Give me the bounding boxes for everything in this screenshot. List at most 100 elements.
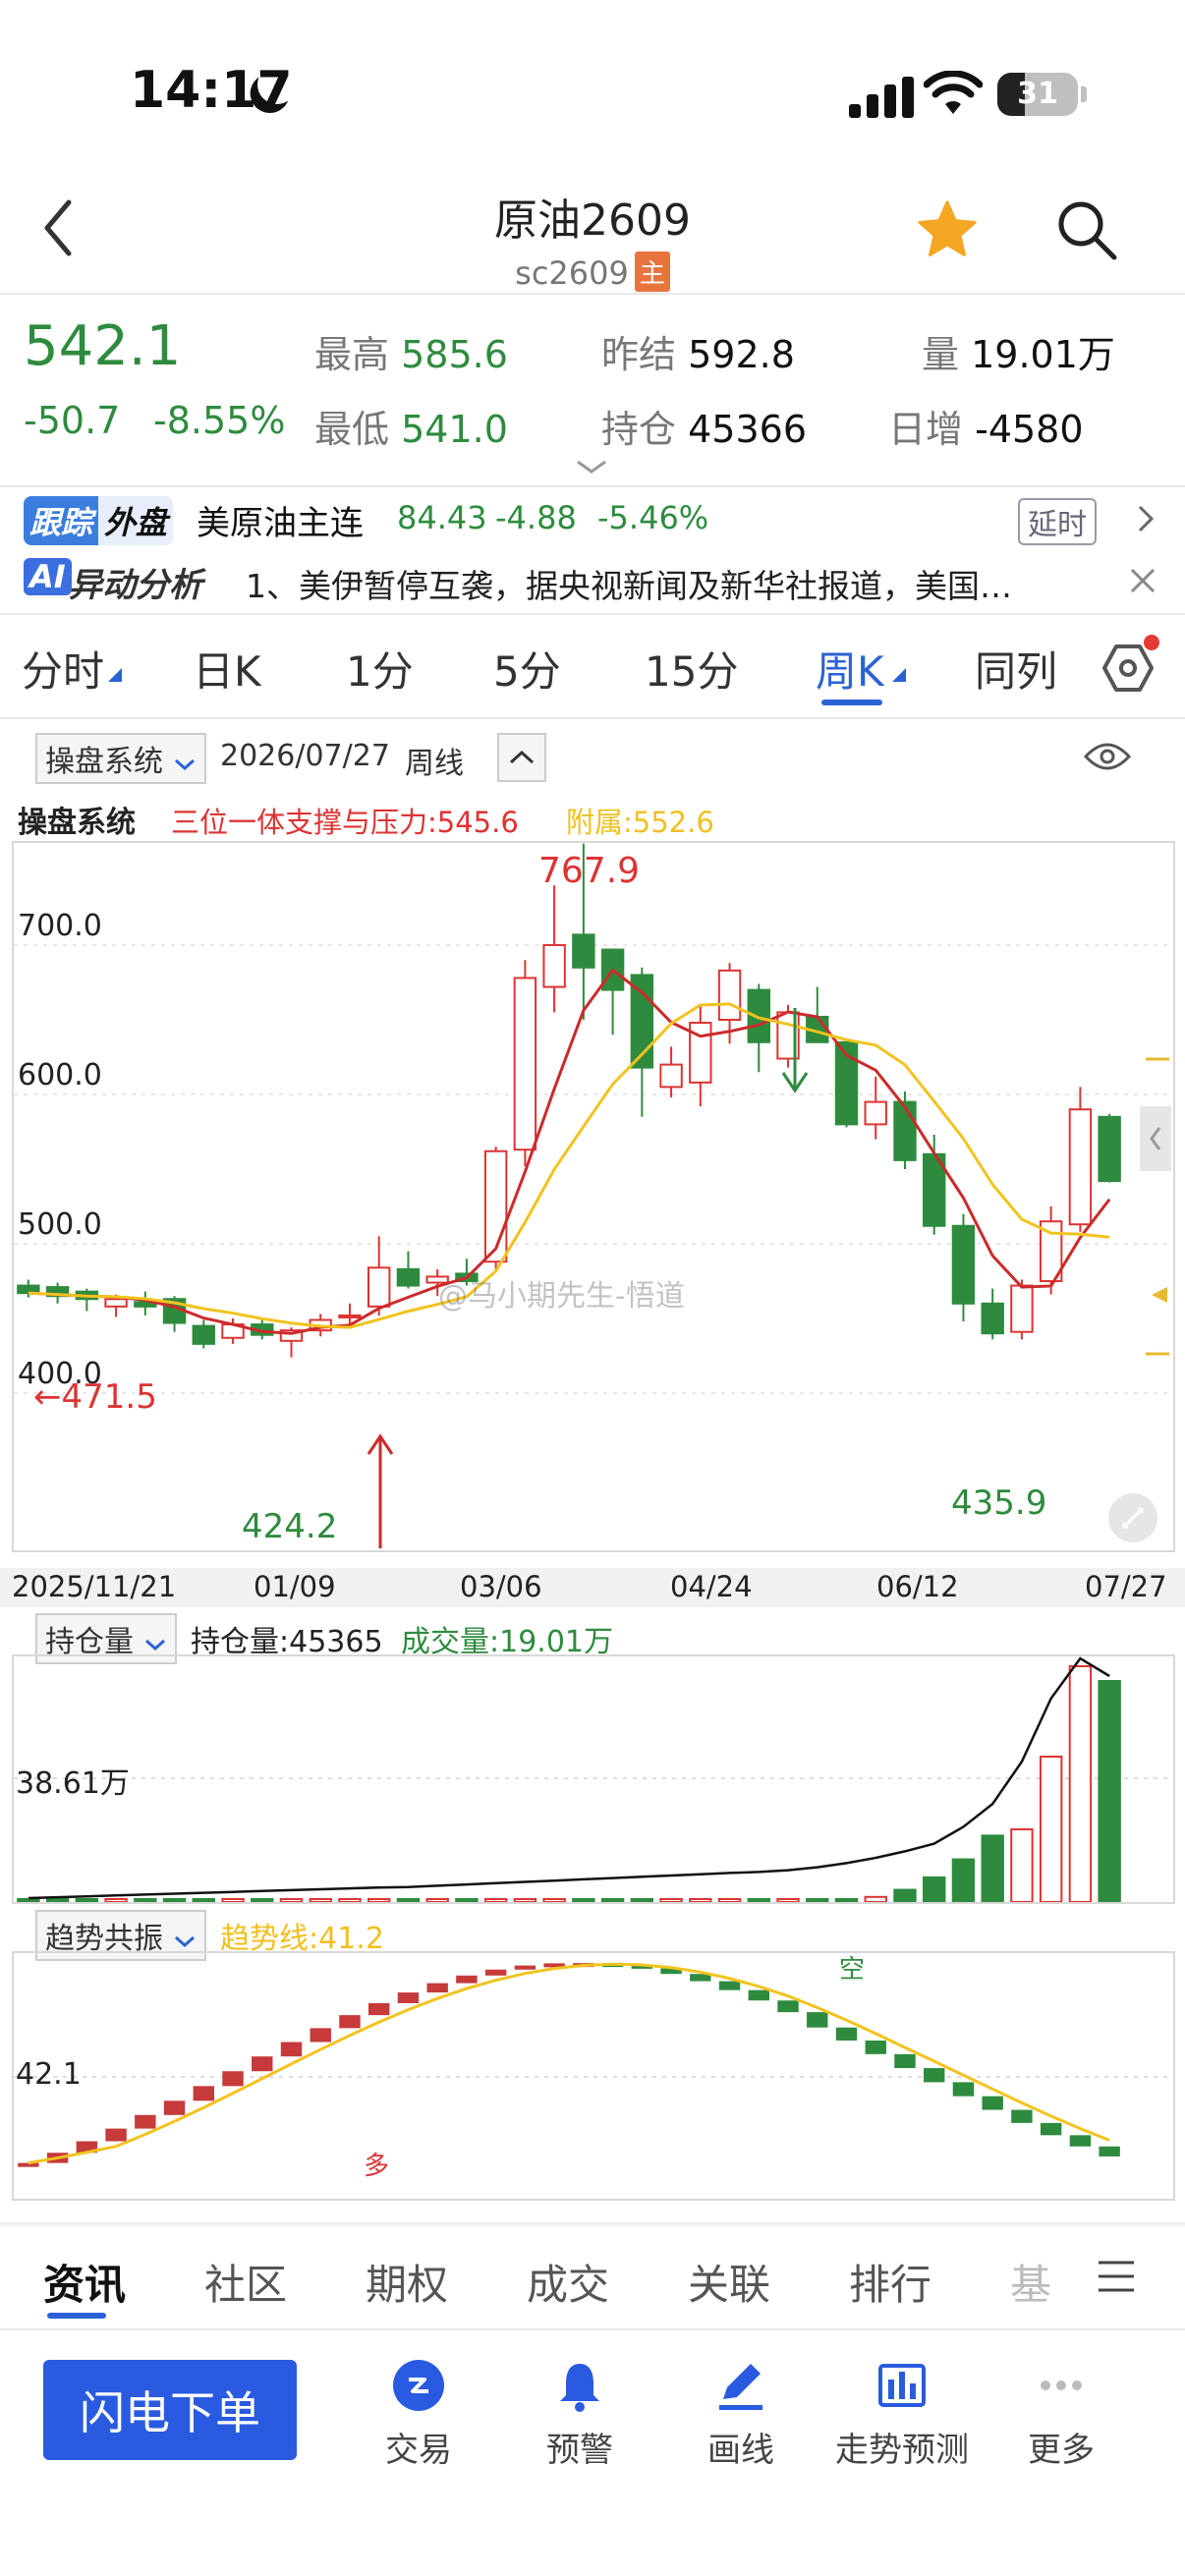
candle-body bbox=[192, 1324, 215, 1345]
volume-bar bbox=[600, 1898, 625, 1902]
support-pressure-label: 三位一体支撑与压力:545.6 bbox=[171, 806, 519, 839]
low-annotation-2: 435.9 bbox=[951, 1484, 1047, 1523]
x-tick: 01/09 bbox=[254, 1570, 336, 1603]
overseas-name[interactable]: 美原油主连 bbox=[197, 496, 364, 544]
candle-body bbox=[513, 977, 537, 1151]
trend-block bbox=[865, 2040, 886, 2054]
tab-15min[interactable]: 15分 bbox=[645, 639, 738, 699]
trend-block bbox=[18, 2162, 39, 2167]
volume-bar bbox=[717, 1898, 742, 1902]
trend-resonance-chart[interactable] bbox=[12, 1951, 1175, 2201]
tab-weekly[interactable]: 周K bbox=[816, 639, 884, 699]
volume-bar bbox=[279, 1898, 304, 1902]
volume-bar bbox=[747, 1898, 770, 1902]
candle-body bbox=[1010, 1284, 1034, 1333]
volume-bar bbox=[1098, 1680, 1121, 1902]
tab-5min[interactable]: 5分 bbox=[493, 639, 561, 699]
prev-settle-value: 592.8 bbox=[688, 333, 795, 376]
nav-draw[interactable]: 画线 bbox=[662, 2358, 819, 2471]
indicator-name: 操盘系统 bbox=[18, 806, 136, 840]
price-change: -50.7 bbox=[24, 399, 121, 442]
volume-bar bbox=[425, 1898, 449, 1902]
nav-more-label: 更多 bbox=[1028, 2431, 1095, 2470]
volume-bar bbox=[864, 1895, 887, 1902]
tab-trades[interactable]: 成交 bbox=[527, 2252, 609, 2312]
volume-bar bbox=[367, 1898, 391, 1902]
wifi-icon bbox=[924, 71, 983, 114]
collapse-button[interactable] bbox=[497, 733, 546, 782]
settings-hex-icon[interactable] bbox=[1093, 633, 1163, 703]
volume-bar bbox=[338, 1898, 362, 1902]
trace-badge-text: 跟踪 bbox=[24, 496, 99, 545]
trend-block bbox=[456, 1975, 478, 1984]
overseas-price: 84.43 bbox=[397, 499, 487, 536]
tab-fenshi[interactable]: 分时 bbox=[22, 639, 104, 699]
flash-order-button[interactable]: 闪电下单 bbox=[43, 2360, 297, 2460]
high-annotation: 767.9 bbox=[538, 851, 641, 891]
tab-community[interactable]: 社区 bbox=[204, 2252, 287, 2312]
volume-bar bbox=[162, 1898, 187, 1902]
trend-block bbox=[1099, 2146, 1120, 2156]
high-value: 585.6 bbox=[401, 333, 508, 376]
trend-block bbox=[484, 1969, 507, 1976]
candlestick-chart[interactable]: 700.0600.0500.0400.0 bbox=[12, 841, 1175, 1552]
divider bbox=[0, 485, 1185, 487]
trend-block bbox=[135, 2114, 156, 2129]
overseas-change: -4.88 bbox=[495, 499, 577, 536]
candle-body bbox=[396, 1267, 421, 1287]
candle-body bbox=[367, 1266, 391, 1308]
tab-ranking[interactable]: 排行 bbox=[849, 2252, 931, 2312]
tab-daily[interactable]: 日K bbox=[193, 639, 261, 699]
trend-block bbox=[426, 1983, 448, 1993]
nav-trade[interactable]: 交易 bbox=[340, 2358, 497, 2471]
eye-icon[interactable] bbox=[1083, 739, 1132, 774]
volume-bar bbox=[923, 1876, 946, 1902]
tab-fundamental[interactable]: 基 bbox=[1010, 2252, 1051, 2312]
tab-options[interactable]: 期权 bbox=[366, 2252, 448, 2312]
trend-block bbox=[952, 2082, 975, 2097]
open-interest-label: 持仓 bbox=[601, 408, 677, 451]
volume-bar bbox=[192, 1898, 215, 1902]
trend-block bbox=[835, 2027, 858, 2041]
volume-bar bbox=[1039, 1756, 1063, 1902]
search-icon[interactable] bbox=[1053, 196, 1122, 265]
watermark: @马小期先生-悟道 bbox=[438, 1279, 685, 1314]
overseas-badge: 跟踪 外盘 bbox=[24, 496, 174, 545]
expand-chevron-icon[interactable] bbox=[574, 458, 609, 476]
x-axis-band bbox=[0, 1568, 1185, 1607]
fullscreen-button[interactable] bbox=[1108, 1493, 1157, 1542]
nav-more[interactable]: 更多 bbox=[983, 2358, 1140, 2471]
favorite-star-icon[interactable] bbox=[914, 196, 981, 263]
down-arrow-icon bbox=[781, 1008, 809, 1093]
tab-news[interactable]: 资讯 bbox=[43, 2252, 126, 2312]
volume-bar bbox=[893, 1888, 917, 1902]
menu-icon[interactable] bbox=[1097, 2260, 1136, 2293]
chevron-right-icon[interactable] bbox=[1136, 503, 1156, 534]
close-icon[interactable] bbox=[1128, 566, 1157, 595]
volume-bar bbox=[75, 1898, 99, 1902]
oi-volume-chart[interactable] bbox=[12, 1654, 1175, 1904]
short-mark: 空 bbox=[839, 1955, 866, 1985]
nav-alert[interactable]: 预警 bbox=[501, 2358, 658, 2471]
bottom-tab-indicator bbox=[47, 2313, 106, 2319]
divider bbox=[0, 613, 1185, 615]
chevron-down-icon bbox=[174, 1935, 195, 1948]
system-selector[interactable]: 操盘系统 bbox=[35, 733, 206, 784]
tab-dropdown-icon bbox=[892, 668, 906, 682]
volume-bar bbox=[513, 1898, 537, 1902]
trend-block bbox=[807, 2012, 828, 2028]
ai-text[interactable]: 1、美伊暂停互袭，据央视新闻及新华社报道，美国… bbox=[246, 560, 1081, 607]
chart-date: 2026/07/27 bbox=[220, 739, 390, 773]
cellular-icon bbox=[849, 77, 914, 118]
candle-body bbox=[1098, 1115, 1121, 1183]
divider bbox=[0, 2222, 1185, 2226]
nav-forecast[interactable]: 走势预测 bbox=[823, 2358, 981, 2471]
daily-inc-label: 日增 bbox=[888, 408, 964, 451]
tab-compare[interactable]: 同列 bbox=[975, 639, 1057, 699]
tab-1min[interactable]: 1分 bbox=[346, 639, 414, 699]
tab-related[interactable]: 关联 bbox=[688, 2252, 770, 2312]
high-label: 最高 bbox=[314, 333, 390, 376]
volume-bar bbox=[251, 1898, 274, 1902]
nav-trade-label: 交易 bbox=[385, 2431, 452, 2470]
volume-bar bbox=[45, 1898, 70, 1902]
